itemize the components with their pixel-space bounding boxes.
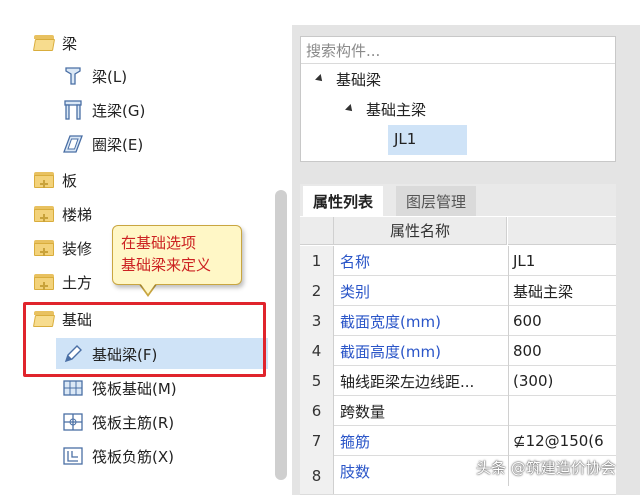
tree-item-beam-l[interactable]: 梁(L) [0, 60, 270, 92]
row-number: 5 [300, 366, 334, 396]
callout-line-2: 基础梁来定义 [121, 256, 212, 274]
row-number: 7 [300, 426, 334, 456]
property-value[interactable]: 基础主梁 [508, 276, 616, 306]
beam-icon [62, 65, 84, 87]
row-number: 3 [300, 306, 334, 336]
tree-folder-beam[interactable]: 梁 [0, 27, 270, 59]
tree-item-label: 楼梯 [62, 205, 93, 224]
property-name: 轴线距梁左边线距... [340, 373, 475, 391]
property-name: 截面宽度(mm) [340, 313, 441, 331]
tree-item-label: 连梁(G) [92, 101, 146, 120]
tree-item-coupling-beam[interactable]: 连梁(G) [0, 94, 270, 126]
tree-item-raft-negative-rebar[interactable]: 筏板负筋(X) [0, 440, 270, 472]
table-row[interactable]: 2 类别 基础主梁 [300, 276, 616, 306]
callout-line-1: 在基础选项 [121, 234, 197, 252]
tree-item-ring-beam[interactable]: 圈梁(E) [0, 128, 270, 160]
folder-icon [34, 274, 54, 290]
tab-properties[interactable]: 属性列表 [303, 186, 384, 216]
grid-corner [300, 217, 334, 245]
row-number: 8 [300, 456, 334, 494]
search-divider [301, 63, 615, 64]
annotation-callout: 在基础选项 基础梁来定义 [112, 225, 242, 285]
property-value[interactable]: JL1 [508, 246, 616, 276]
raft-main-rebar-icon [62, 411, 84, 433]
property-value[interactable]: ⊈12@150(6 [508, 426, 616, 456]
tree-folder-slab[interactable]: 板 [0, 164, 270, 196]
property-name: 跨数量 [340, 403, 386, 421]
property-value[interactable]: (300) [508, 366, 616, 396]
grid-header-name: 属性名称 [334, 217, 507, 245]
table-row[interactable]: 5 轴线距梁左边线距... (300) [300, 366, 616, 396]
property-name: 截面高度(mm) [340, 343, 441, 361]
tree-item-label: 筏板基础(M) [92, 379, 177, 398]
tree-scrollbar[interactable] [275, 190, 287, 480]
property-name: 肢数 [340, 463, 371, 481]
property-value[interactable]: 600 [508, 306, 616, 336]
raft-negative-rebar-icon [62, 445, 84, 467]
coupling-beam-icon [62, 99, 84, 121]
property-value[interactable]: 800 [508, 336, 616, 366]
highlight-box [23, 302, 266, 377]
tree-item-label: 筏板负筋(X) [92, 447, 174, 466]
table-row[interactable]: 4 截面高度(mm) 800 [300, 336, 616, 366]
folder-icon [34, 240, 54, 256]
row-number: 1 [300, 246, 334, 276]
row-number: 2 [300, 276, 334, 306]
row-number: 4 [300, 336, 334, 366]
folder-icon [34, 206, 54, 222]
tree-item-label: 梁 [62, 34, 78, 53]
folder-open-icon [32, 35, 56, 51]
property-name: 名称 [340, 253, 371, 271]
table-row[interactable]: 1 名称 JL1 [300, 246, 616, 276]
tree-item-label: 板 [62, 171, 78, 190]
tree-item-label: 土方 [62, 273, 93, 292]
tree-node-jl1[interactable]: JL1 [394, 130, 416, 148]
property-name: 箍筋 [340, 433, 371, 451]
tree-item-label: 圈梁(E) [92, 135, 144, 154]
tree-item-label: 梁(L) [92, 67, 128, 86]
search-input[interactable]: 搜索构件... [306, 40, 380, 61]
callout-tail-inner [140, 283, 156, 294]
table-row[interactable]: 6 跨数量 [300, 396, 616, 426]
tree-item-raft-main-rebar[interactable]: 筏板主筋(R) [0, 406, 270, 438]
folder-icon [34, 172, 54, 188]
property-name: 类别 [340, 283, 371, 301]
grid-header-value [508, 217, 616, 245]
tree-item-label: 筏板主筋(R) [92, 413, 175, 432]
raft-foundation-icon [62, 377, 84, 399]
tree-node-main-beam[interactable]: 基础主梁 [366, 99, 426, 120]
tree-item-label: 装修 [62, 239, 93, 258]
table-row[interactable]: 7 箍筋 ⊈12@150(6 [300, 426, 616, 456]
table-row[interactable]: 3 截面宽度(mm) 600 [300, 306, 616, 336]
ring-beam-icon [62, 133, 84, 155]
row-number: 6 [300, 396, 334, 426]
property-value[interactable] [508, 396, 616, 426]
watermark: 头条 @筑建造价协会 [476, 459, 616, 477]
tab-layers[interactable]: 图层管理 [396, 186, 477, 216]
tree-node-foundation-beam[interactable]: 基础梁 [336, 69, 381, 90]
